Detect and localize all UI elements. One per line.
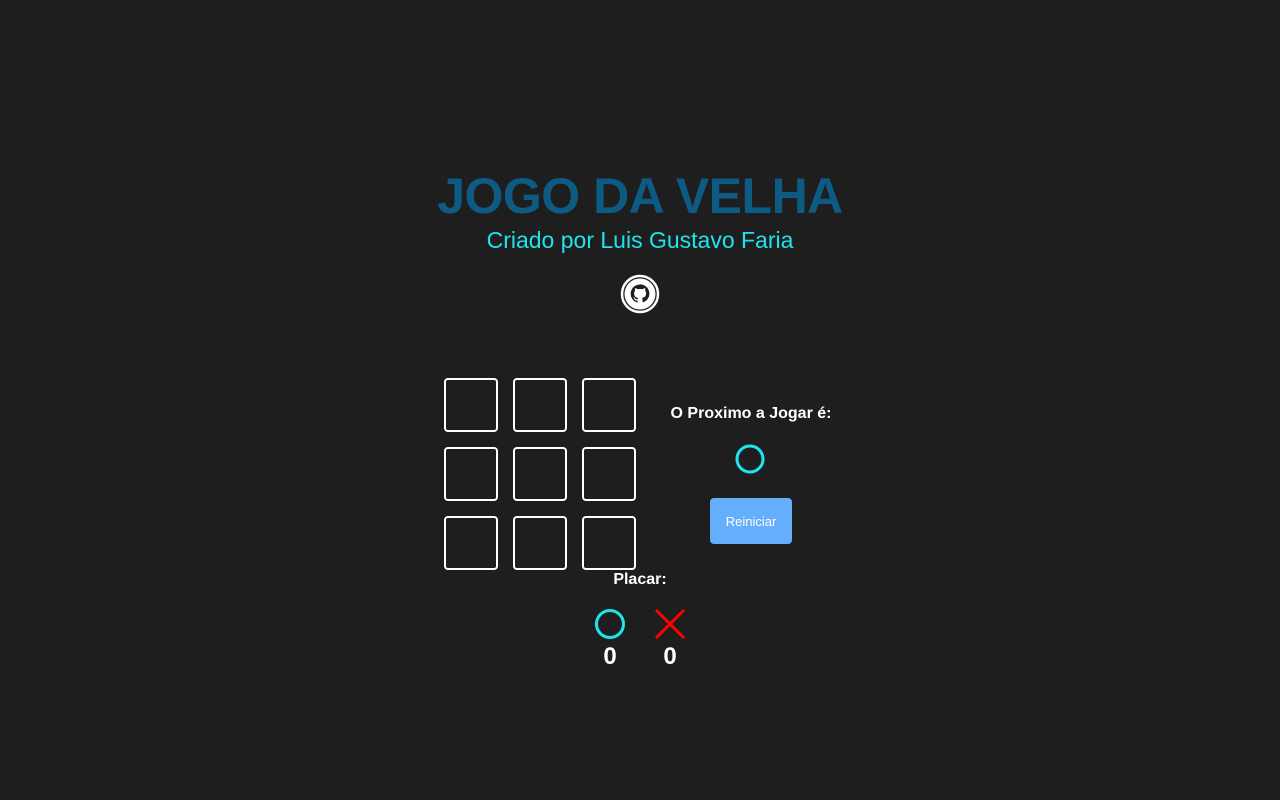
board-cell-5[interactable]	[513, 447, 567, 501]
scoreboard-label: Placar:	[613, 571, 667, 588]
board-cell-8[interactable]	[513, 516, 567, 570]
board-cell-7[interactable]	[444, 516, 498, 570]
reset-button[interactable]: Reiniciar	[710, 498, 792, 544]
author-credit: Criado por Luis Gustavo Faria	[486, 227, 794, 253]
score-x-value: 0	[663, 643, 677, 670]
cross-icon	[654, 608, 686, 640]
game-board	[444, 378, 636, 570]
board-cell-3[interactable]	[582, 378, 636, 432]
board-cell-2[interactable]	[513, 378, 567, 432]
next-player-label: O Proximo a Jogar é:	[670, 405, 832, 422]
circle-icon	[735, 444, 765, 474]
board-cell-9[interactable]	[582, 516, 636, 570]
circle-icon	[594, 608, 626, 640]
board-cell-1[interactable]	[444, 378, 498, 432]
board-cell-6[interactable]	[582, 447, 636, 501]
score-o-value: 0	[603, 643, 617, 670]
page-title: JOGO DA VELHA	[437, 168, 843, 224]
game-page: JOGO DA VELHA Criado por Luis Gustavo Fa…	[0, 0, 1280, 800]
github-icon[interactable]	[620, 274, 660, 314]
board-cell-4[interactable]	[444, 447, 498, 501]
